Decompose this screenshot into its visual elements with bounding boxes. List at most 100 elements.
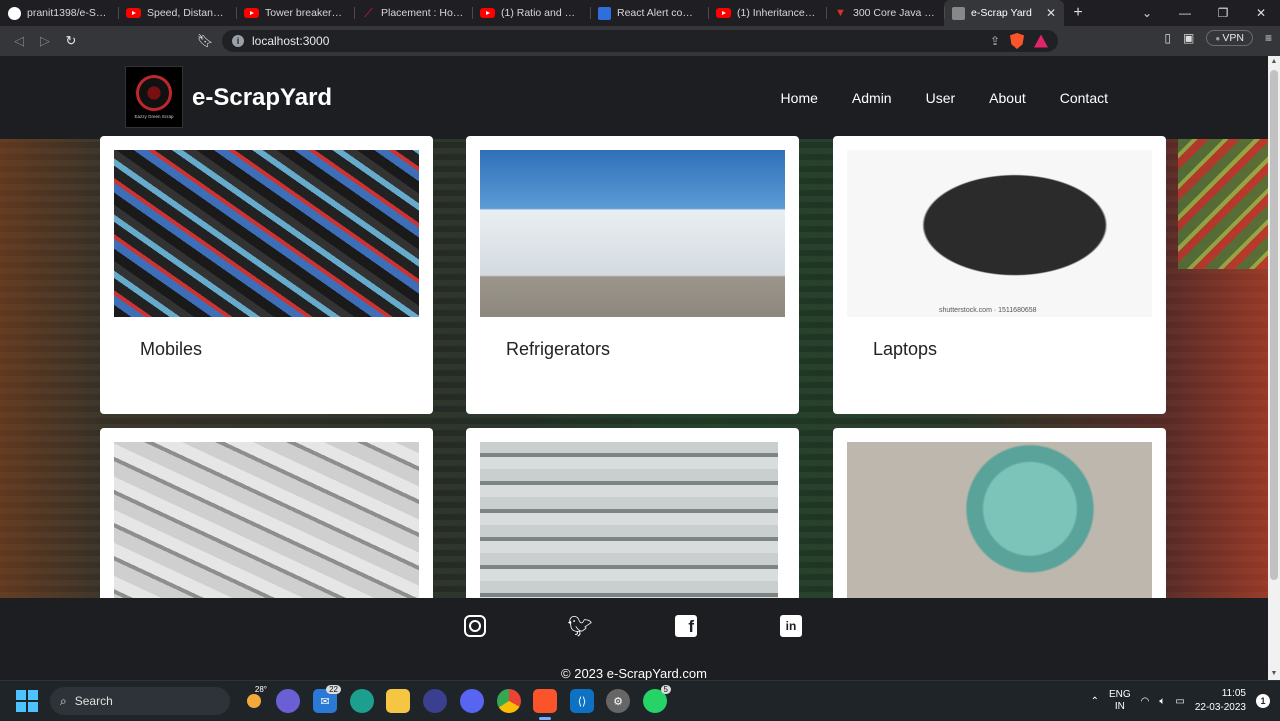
card-label: Refrigerators	[506, 339, 611, 359]
youtube-icon	[480, 8, 495, 18]
nav-admin[interactable]: Admin	[852, 90, 892, 106]
scrollbar-thumb[interactable]	[1270, 70, 1278, 580]
hero-stripe	[1178, 139, 1268, 269]
card-image-washing-machines	[114, 442, 419, 609]
minimize-button[interactable]: —	[1166, 0, 1204, 26]
scroll-up-arrow[interactable]: ▲	[1270, 58, 1278, 66]
tab-title: (1) Ratio and Propo	[501, 7, 582, 19]
instagram-icon[interactable]	[464, 615, 486, 637]
weather-temp: 28°	[254, 685, 267, 694]
system-tray: ⌃ ENG IN ◠ 🔈︎ ▭ 11:05 22-03-2023 1	[1091, 681, 1270, 721]
forward-button[interactable]: ▷	[32, 28, 58, 54]
linkedin-icon[interactable]: in	[780, 615, 802, 637]
weather-widget[interactable]: 28°	[242, 685, 267, 713]
brave-rewards-icon[interactable]	[1034, 34, 1048, 48]
battery-icon[interactable]: ▭	[1175, 696, 1184, 707]
card-image-printers	[480, 442, 778, 609]
chrome-icon[interactable]	[497, 689, 521, 713]
plus-icon: +	[1073, 4, 1083, 21]
windows-start-icon[interactable]	[16, 690, 38, 712]
vpn-button[interactable]: VPN	[1206, 30, 1253, 46]
tab-react-alert[interactable]: React Alert compon	[590, 0, 708, 26]
site-footer: 🐦︎ f in © 2023 e-ScrapYard.com	[0, 598, 1268, 680]
card-label: Laptops	[873, 339, 938, 359]
sidebar-icon[interactable]: ▯	[1164, 31, 1171, 45]
vscode-icon[interactable]: ⟨⟩	[570, 689, 594, 713]
url-text: localhost:3000	[252, 34, 330, 48]
lang-code: ENG	[1108, 689, 1131, 700]
edge-icon[interactable]	[350, 689, 374, 713]
site-logo[interactable]: Eazzy Green Scrap	[125, 66, 183, 128]
youtube-icon	[244, 8, 259, 18]
maximize-button[interactable]: ❐	[1204, 0, 1242, 26]
close-tab-icon[interactable]: ✕	[1046, 6, 1056, 20]
language-indicator[interactable]: ENG IN	[1109, 689, 1131, 713]
search-icon: ⌕	[60, 693, 67, 708]
tab-youtube-speed[interactable]: Speed, Distance &	[118, 0, 236, 26]
react-alert-icon	[598, 6, 611, 20]
mail-badge: 22	[326, 685, 341, 694]
category-card-mobiles[interactable]: Mobiles	[100, 136, 433, 414]
facebook-icon[interactable]: f	[675, 615, 697, 637]
escrap-icon	[952, 6, 965, 20]
new-tab-button[interactable]: +	[1064, 0, 1092, 26]
tab-title: e-Scrap Yard	[971, 7, 1032, 19]
page-scrollbar[interactable]: ▲ ▼	[1268, 56, 1280, 680]
taskbar-search[interactable]: ⌕ Search	[50, 687, 230, 715]
tab-youtube-tower[interactable]: Tower breakers. Sim	[236, 0, 354, 26]
page-viewport: Eazzy Green Scrap e-ScrapYard Home Admin…	[0, 56, 1268, 680]
tab-java-interview[interactable]: ▼ 300 Core Java Inter	[826, 0, 944, 26]
reload-button[interactable]: ↻	[58, 28, 84, 54]
whatsapp-icon[interactable]: 5	[643, 685, 671, 713]
notification-icon[interactable]: 1	[1256, 694, 1270, 708]
category-card-laptops[interactable]: shutterstock.com · 1511680658 Laptops	[833, 136, 1166, 414]
search-label: Search	[74, 694, 113, 708]
brand-title[interactable]: e-ScrapYard	[192, 84, 332, 112]
tab-github[interactable]: pranit1398/e-Scrap	[0, 0, 118, 26]
nav-contact[interactable]: Contact	[1060, 90, 1108, 106]
logo-emblem	[136, 75, 172, 111]
address-bar[interactable]: i localhost:3000 ⇪	[222, 30, 1058, 52]
tab-youtube-ratio[interactable]: (1) Ratio and Propo	[472, 0, 590, 26]
nav-about[interactable]: About	[989, 90, 1026, 106]
browser-toolbar: ◁ ▷ ↻ 🔖︎ i localhost:3000 ⇪ ▯ ▣ VPN ≡	[0, 26, 1280, 56]
twitter-icon[interactable]: 🐦︎	[567, 615, 592, 638]
tab-search-icon[interactable]: ⌄	[1128, 0, 1166, 26]
app-icon[interactable]	[423, 689, 447, 713]
wallet-icon[interactable]: ▣	[1183, 31, 1194, 45]
tab-escrap-yard[interactable]: e-Scrap Yard ✕	[944, 0, 1064, 26]
clock-time: 11:05	[1221, 688, 1246, 699]
file-explorer-icon[interactable]	[386, 689, 410, 713]
volume-icon[interactable]: 🔈︎	[1159, 696, 1165, 707]
clock[interactable]: 11:05 22-03-2023	[1195, 687, 1246, 715]
settings-icon[interactable]: ⚙	[606, 689, 630, 713]
whatsapp-badge: 5	[660, 685, 671, 694]
site-info-icon[interactable]: i	[232, 35, 244, 47]
nav-home[interactable]: Home	[781, 90, 818, 106]
back-button[interactable]: ◁	[6, 28, 32, 54]
tab-title: Tower breakers. Sim	[265, 7, 346, 19]
scroll-down-arrow[interactable]: ▼	[1270, 670, 1278, 678]
brave-shields-icon[interactable]	[1010, 33, 1024, 49]
tab-title: React Alert compon	[617, 7, 700, 19]
nav-user[interactable]: User	[926, 90, 956, 106]
close-window-button[interactable]: ✕	[1242, 0, 1280, 26]
card-image-refrigerators	[480, 150, 785, 317]
discord-icon[interactable]	[460, 689, 484, 713]
tab-placement[interactable]: ⟋ Placement : Home	[354, 0, 472, 26]
tab-title: 300 Core Java Inter	[853, 7, 936, 19]
brave-icon[interactable]	[533, 689, 557, 713]
teams-chat-icon[interactable]	[276, 689, 300, 713]
mail-icon[interactable]: ✉ 22	[313, 685, 341, 713]
bookmark-icon[interactable]: 🔖︎	[192, 28, 218, 54]
category-card-refrigerators[interactable]: Refrigerators	[466, 136, 799, 414]
chevron-up-icon[interactable]: ⌃	[1091, 696, 1099, 707]
youtube-icon	[716, 8, 731, 18]
tab-youtube-inheritance[interactable]: (1) Inheritance (IS-A	[708, 0, 826, 26]
windows-taskbar: ⌕ Search 28° ✉ 22 ⟨⟩ ⚙ 5 ⌃ ENG IN ◠ 🔈︎ ▭ 1…	[0, 680, 1280, 720]
wifi-icon[interactable]: ◠	[1141, 696, 1150, 707]
share-icon[interactable]: ⇪	[990, 34, 1000, 48]
tab-title: Placement : Home	[381, 7, 464, 19]
nav-links: Home Admin User About Contact	[747, 90, 1108, 106]
menu-icon[interactable]: ≡	[1265, 31, 1272, 45]
